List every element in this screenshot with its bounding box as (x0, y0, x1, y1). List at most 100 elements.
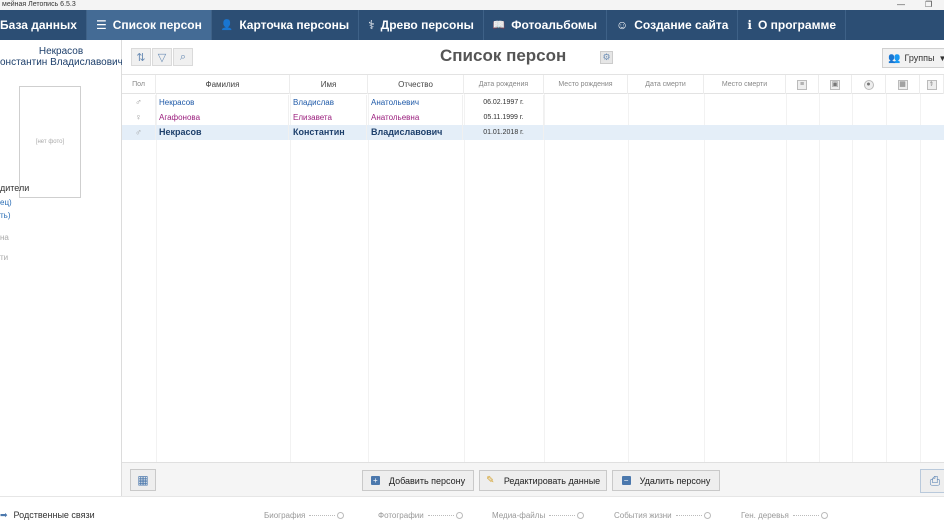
plus-icon: + (370, 476, 380, 485)
cell-patronymic: Анатольевна (371, 110, 463, 125)
mother-link[interactable]: ть) (0, 211, 11, 220)
menu-label: База данных (0, 18, 77, 32)
menu-site-creation[interactable]: ☺ Создание сайта (607, 10, 739, 40)
search-icon: ⌕ (179, 50, 187, 63)
status-footer: ➡ Родственные связи Биография Фотографии … (0, 496, 944, 531)
col-birth-date[interactable]: Дата рождения (464, 75, 544, 94)
menu-person-card[interactable]: 👤 Карточка персоны (212, 10, 360, 40)
list-icon: ☰ (95, 18, 107, 32)
footer-biography-label: Биография (264, 511, 306, 520)
col-events[interactable]: ▦ (886, 75, 920, 94)
sort-button[interactable]: ⇅ (131, 48, 151, 66)
restore-icon[interactable]: ❐ (925, 0, 932, 10)
menu-person-tree[interactable]: ⚕ Древо персоны (359, 10, 484, 40)
edit-person-button[interactable]: ✎ Редактировать данные (479, 470, 607, 491)
tree-icon: ⚕ (926, 79, 937, 90)
table-header: Пол Фамилия Имя Отчество Дата рождения М… (122, 74, 944, 94)
cell-name: Владислав (293, 95, 367, 110)
calendar-button[interactable]: ▦ (130, 469, 156, 491)
menu-photo-albums[interactable]: 📖 Фотоальбомы (484, 10, 607, 40)
arrow-right-icon: ➡ (0, 510, 8, 520)
tree-icon: ⚕ (368, 18, 375, 32)
book-icon: 📖 (492, 19, 506, 31)
male-icon: ♂ (135, 97, 142, 107)
menu-about[interactable]: ℹ О программе (738, 10, 846, 40)
print-button[interactable]: ⎙ (920, 469, 944, 493)
person-icon: 👤 (220, 19, 234, 31)
footer-media: Медиа-файлы (492, 511, 585, 520)
disc-icon: ● (863, 79, 874, 90)
person-sidebar: Некрасов онстантин Владиславович [нет фо… (0, 40, 122, 496)
relatives-link[interactable]: ➡ Родственные связи (0, 510, 95, 521)
cell-name: Константин (293, 125, 367, 140)
person-table: Пол Фамилия Имя Отчество Дата рождения М… (122, 74, 944, 462)
col-birth-place[interactable]: Место рождения (544, 75, 628, 94)
menu-database[interactable]: База данных (0, 10, 87, 40)
footer-photos-label: Фотографии (378, 511, 424, 520)
calendar-icon: ▦ (897, 79, 908, 90)
document-icon: ≡ (797, 79, 807, 90)
delete-person-label: Удалить персону (639, 475, 711, 486)
groups-button[interactable]: 👥 Группы ▼ (882, 48, 944, 68)
status-circle-icon (577, 512, 585, 520)
footer-photos: Фотографии (378, 511, 463, 520)
table-row[interactable]: ♀ Агафонова Елизавета Анатольевна 05.11.… (122, 110, 944, 125)
groups-label: Группы (904, 53, 935, 63)
menu-person-list[interactable]: ☰ Список персон (86, 10, 212, 40)
col-photo[interactable]: ▣ (819, 75, 852, 94)
cell-name: Елизавета (293, 110, 367, 125)
col-name[interactable]: Имя (290, 75, 368, 94)
cell-birth-date: 05.11.1999 г. (464, 110, 544, 125)
col-media[interactable]: ● (852, 75, 886, 94)
footer-events-label: События жизни (614, 511, 672, 520)
add-person-button[interactable]: + Добавить персону (362, 470, 474, 491)
col-sex[interactable]: Пол (122, 75, 156, 94)
globe-icon: ☺ (616, 18, 629, 32)
minus-icon: − (621, 476, 631, 485)
status-circle-icon (820, 512, 828, 520)
window-title-bar: мейная Летопись 6.5.3 — ❐ (0, 0, 944, 10)
cell-surname: Некрасов (159, 95, 289, 110)
sort-icon: ⇅ (136, 51, 146, 64)
gear-icon[interactable]: ⚙ (600, 51, 613, 64)
menu-label: Фотоальбомы (511, 18, 597, 32)
spouse-label: на (0, 233, 9, 242)
children-label: ти (0, 253, 9, 262)
pencil-icon: ✎ (486, 475, 495, 486)
col-biography[interactable]: ≡ (786, 75, 819, 94)
edit-person-label: Редактировать данные (503, 475, 601, 486)
cell-birth-date: 01.01.2018 г. (464, 125, 544, 140)
father-link[interactable]: ец) (0, 198, 12, 207)
minimize-icon[interactable]: — (897, 0, 905, 10)
col-patronymic[interactable]: Отчество (368, 75, 464, 94)
person-surname: Некрасов (38, 46, 84, 57)
relatives-label: Родственные связи (13, 510, 95, 520)
delete-person-button[interactable]: − Удалить персону (612, 470, 720, 491)
image-icon: ▣ (830, 79, 840, 90)
photo-placeholder: [нет фото] (35, 139, 65, 145)
selected-person-name: Некрасов онстантин Владиславович (0, 46, 122, 68)
window-title: мейная Летопись 6.5.3 (2, 1, 76, 8)
filter-button[interactable]: ▽ (152, 48, 172, 66)
main-menu: База данных ☰ Список персон 👤 Карточка п… (0, 10, 944, 40)
table-row[interactable]: ♂ Некрасов Владислав Анатольевич 06.02.1… (122, 95, 944, 110)
person-photo[interactable]: [нет фото] (19, 86, 81, 198)
col-death-date[interactable]: Дата смерти (628, 75, 704, 94)
add-person-label: Добавить персону (388, 475, 466, 486)
action-toolbar: ▦ + Добавить персону ✎ Редактировать дан… (122, 462, 944, 496)
col-death-place[interactable]: Место смерти (704, 75, 786, 94)
parents-header: дители (0, 183, 30, 193)
status-circle-icon (455, 512, 463, 520)
menu-label: О программе (757, 18, 836, 32)
cell-surname: Некрасов (159, 125, 289, 140)
search-button[interactable]: ⌕ (173, 48, 193, 66)
menu-label: Создание сайта (634, 18, 729, 32)
female-icon: ♀ (135, 112, 142, 122)
col-trees[interactable]: ⚕ (920, 75, 944, 94)
col-surname[interactable]: Фамилия (156, 75, 290, 94)
menu-label: Карточка персоны (239, 18, 350, 32)
table-row-selected[interactable]: ♂ Некрасов Константин Владиславович 01.0… (122, 125, 944, 140)
printer-icon: ⎙ (929, 473, 941, 488)
footer-events: События жизни (614, 511, 711, 520)
cell-birth-date: 06.02.1997 г. (464, 95, 544, 110)
